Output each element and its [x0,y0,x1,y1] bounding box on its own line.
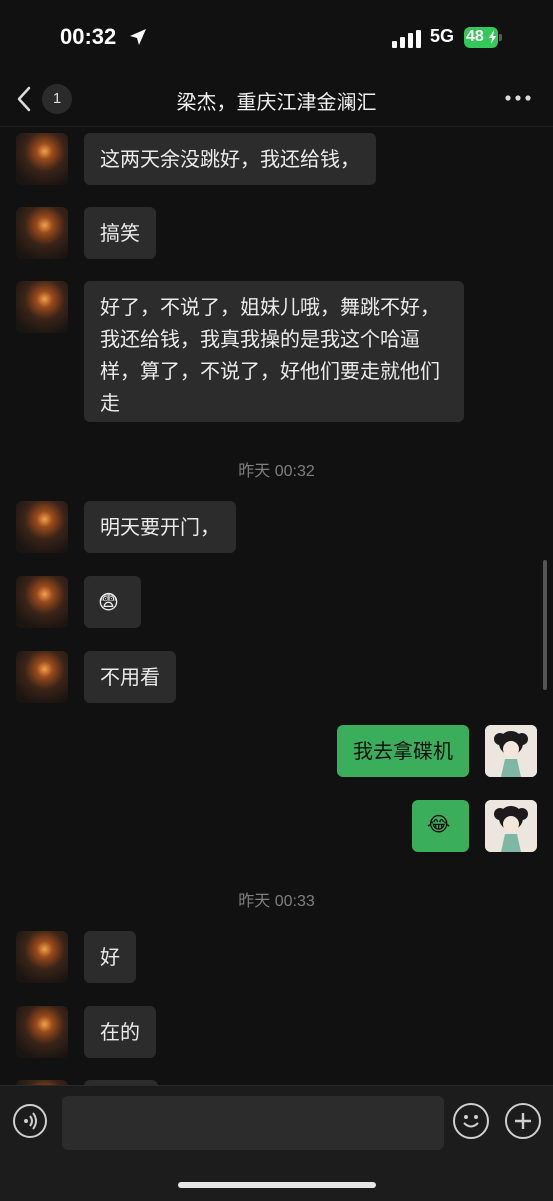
plus-button[interactable] [505,1103,541,1139]
battery-icon: 48 [464,27,502,48]
contact-avatar[interactable] [16,1006,68,1058]
contact-avatar[interactable] [16,281,68,333]
home-indicator [178,1182,376,1188]
message-bubble[interactable]: 我去拿碟机 [337,725,469,777]
message-bubble[interactable]: 明天要开门， [84,501,236,553]
my-avatar[interactable] [485,725,537,777]
battery-level: 48 [466,28,484,45]
status-time: 00:32 [60,24,117,49]
message-bubble[interactable]: 在的 [84,1006,156,1058]
more-dots-icon[interactable] [503,88,533,108]
message-bubble[interactable]: 好 [84,931,136,983]
contact-avatar[interactable] [16,931,68,983]
message-bubble[interactable]: 不用看 [84,651,176,703]
message-timestamp: 昨天 00:33 [238,893,315,910]
chat-title: 梁杰，重庆江津金澜汇 [176,90,377,114]
my-avatar[interactable] [485,800,537,852]
emoji-icon [463,1115,479,1128]
avatar-illustration [485,800,537,852]
message-timestamp: 昨天 00:32 [238,463,315,480]
network-type: 5G [430,26,455,46]
message-input[interactable] [62,1096,444,1150]
scrollbar[interactable] [543,560,547,690]
laughing-emoji-icon: 😂 [427,812,451,836]
message-bubble[interactable]: 搞笑 [84,207,156,259]
message-list[interactable]: 这两天余没跳好，我还给钱， 搞笑 好了，不说了，姐妹儿哦，舞跳不好，我还给钱，我… [0,127,553,1085]
contact-avatar[interactable] [16,501,68,553]
emoji-bubble[interactable]: 😂 [412,800,469,852]
contact-avatar[interactable] [16,576,68,628]
contact-avatar[interactable] [16,651,68,703]
status-bar: 00:32 5G 48 [0,0,553,72]
fearful-emoji-icon: 😨 [98,590,119,614]
contact-avatar[interactable] [16,207,68,259]
contact-avatar[interactable] [16,133,68,185]
chat-header: 1 梁杰，重庆江津金澜汇 [0,72,553,127]
plus-icon [515,1113,531,1129]
emoji-bubble[interactable]: 😨 [84,576,141,628]
voice-icon [24,1112,37,1130]
emoji-button[interactable] [453,1103,489,1139]
location-arrow-icon [130,29,146,45]
voice-button[interactable] [13,1104,47,1138]
signal-bars-icon [392,30,421,48]
message-bubble[interactable]: 这两天余没跳好，我还给钱， [84,133,376,185]
message-bubble[interactable]: 好了，不说了，姐妹儿哦，舞跳不好，我还给钱，我真我操的是我这个哈逼样，算了，不说… [84,281,464,422]
avatar-illustration [485,725,537,777]
